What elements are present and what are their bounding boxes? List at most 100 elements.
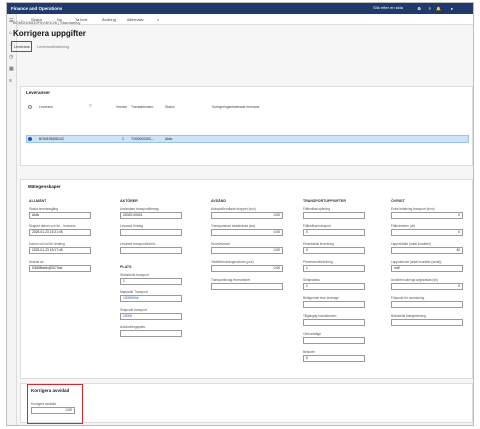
col-transaction[interactable]: Transaktionsnr. bbox=[131, 105, 154, 109]
availability-label: Tillgänglig kvantidraden bbox=[303, 314, 337, 318]
modified-field[interactable]: 2025-01-23 15:17:45 bbox=[29, 247, 91, 254]
workspace-icon[interactable]: ▦ bbox=[9, 66, 14, 72]
capacity-field[interactable]: 0 bbox=[391, 212, 463, 219]
owner-label: Ombudsläge bbox=[303, 332, 322, 336]
created-label: Skapad datum och tid... leverans bbox=[29, 224, 76, 228]
avg-field[interactable]: 0 bbox=[391, 283, 463, 290]
lane-field[interactable]: 0 bbox=[303, 229, 365, 236]
col-delivery[interactable]: Leverans bbox=[39, 105, 53, 109]
stage-field[interactable]: 1 bbox=[303, 283, 365, 290]
user-icon[interactable]: ● bbox=[451, 6, 453, 11]
fuel-time-label: Bränsletid fastighetsning bbox=[391, 314, 426, 318]
sent-notes-label: Transportbolag leverantörer bbox=[211, 278, 251, 282]
delivering-company-label: Levande företag bbox=[120, 224, 144, 228]
sent-distance-label: Transporterad totalsträcka (km) bbox=[211, 224, 256, 228]
return-field[interactable]: 0 bbox=[303, 355, 365, 362]
unit-label: Lappvarkvist (antal kvantitet (antal)) bbox=[391, 260, 442, 264]
availability-field[interactable] bbox=[303, 319, 365, 326]
start-label: Startskede transport bbox=[120, 273, 149, 277]
transport-header: TRANSPORTUPPGIFTER bbox=[303, 199, 346, 203]
actors-header: AKTÖRER bbox=[120, 199, 138, 203]
row-version: 1 bbox=[122, 137, 124, 141]
free-label: Fritpunkt för avreskning bbox=[391, 296, 425, 300]
sent-weight-field[interactable]: 0.00 bbox=[211, 212, 283, 219]
start-field[interactable]: 1 bbox=[120, 278, 182, 285]
sent-total-field[interactable]: 0.00 bbox=[211, 265, 283, 272]
range-field[interactable] bbox=[303, 212, 365, 219]
other-weight-label: Fältnärheten (vit) bbox=[391, 224, 416, 228]
avg-label: Anaförbruuknngs avgradslas (sh) bbox=[391, 278, 438, 282]
row-transaction[interactable]: TO0000030C... bbox=[131, 137, 154, 141]
filter-icon[interactable]: ▽ bbox=[89, 104, 92, 108]
shipper-label: Avsändare transportföretag bbox=[120, 207, 159, 211]
end-label: Slutpunkt transport bbox=[120, 308, 147, 312]
lane-label: Fältindikat transport bbox=[303, 224, 331, 228]
bell-icon[interactable]: 🔔 bbox=[436, 6, 441, 11]
return-label: Beslutet bbox=[303, 350, 315, 354]
amount-field[interactable]: 0 bbox=[303, 247, 365, 254]
fuel-time-field[interactable] bbox=[391, 319, 463, 326]
changed-by-label: Ändrad av bbox=[29, 260, 44, 264]
receiver-field[interactable] bbox=[120, 247, 182, 254]
select-all-checkbox[interactable] bbox=[28, 105, 32, 109]
options-button[interactable]: Alternativ bbox=[127, 17, 144, 22]
settings-icon[interactable]: ⚙ bbox=[417, 6, 421, 11]
row-checkbox[interactable] bbox=[28, 137, 32, 141]
capacity-label: Extra betalning transport (kvm) bbox=[391, 207, 435, 211]
sent-weight-label: Ankopsförvaltade skoppet (kvo) bbox=[211, 207, 256, 211]
app-title: Finance and Operations bbox=[11, 6, 63, 11]
deliveries-title: Leveranser bbox=[26, 90, 51, 95]
action-bar: ← Spara Ny Ta bort Ändring Alternativ ⌕ bbox=[17, 14, 473, 25]
home-icon[interactable]: ⌂ bbox=[9, 30, 12, 36]
deliveries-panel bbox=[20, 86, 473, 166]
shipper-field[interactable]: 02020-00001 bbox=[120, 212, 182, 219]
sent-actual-field[interactable]: 0.00 bbox=[211, 247, 283, 254]
search-icon[interactable]: ⌕ bbox=[157, 17, 159, 22]
end-field[interactable]: 10000 bbox=[120, 313, 182, 320]
product-field[interactable]: 1 bbox=[303, 265, 365, 272]
assigned-label: Mappade Transport bbox=[120, 290, 148, 294]
stage-label: Skräpstatus bbox=[303, 278, 320, 282]
place-header: PLATS bbox=[120, 265, 132, 269]
mode-label: Belägenhet leve leverage bbox=[303, 296, 339, 300]
sent-total-label: Totalförbrukningsvolume (pcs) bbox=[211, 260, 254, 264]
reporting-field[interactable] bbox=[120, 330, 182, 337]
sent-notes-field[interactable] bbox=[211, 283, 283, 290]
unit-field[interactable]: mdf bbox=[391, 265, 463, 272]
row-status: Aktiv bbox=[165, 137, 173, 141]
top-bar: Finance and Operations Sök efter en sida… bbox=[7, 3, 473, 14]
col-version[interactable]: Version bbox=[116, 105, 127, 109]
other-weight-field[interactable]: 0 bbox=[391, 229, 463, 236]
status-label: Status leveransgång bbox=[29, 207, 59, 211]
assigned-field[interactable]: 100000HA bbox=[120, 295, 182, 302]
sent-header: AVSÄND bbox=[211, 199, 226, 203]
created-field[interactable]: 2025-01-23 15:21:45 bbox=[29, 229, 91, 236]
fuel-field[interactable]: 0.00 bbox=[31, 407, 75, 414]
help-icon[interactable]: ? bbox=[429, 6, 431, 11]
edit-button[interactable]: Ändring bbox=[102, 17, 116, 22]
loaded-field[interactable]: 40 bbox=[391, 247, 463, 254]
clock-icon[interactable]: ◷ bbox=[9, 54, 13, 60]
search-box[interactable]: Sök efter en sida bbox=[373, 5, 403, 10]
mode-field[interactable] bbox=[303, 301, 365, 308]
changed-by-field[interactable]: D365Batch@DCTest bbox=[29, 265, 91, 272]
table-row[interactable] bbox=[26, 135, 469, 143]
breadcrumb[interactable]: BOM0026510F6V4KK26 | Standardvy bbox=[13, 20, 81, 25]
row-delivery[interactable]: BOM10530810C bbox=[39, 137, 64, 141]
measurements-title: Mätegenskaper bbox=[28, 184, 61, 189]
other-header: ÖVRIGT bbox=[391, 199, 405, 203]
sent-distance-field[interactable]: 0.00 bbox=[211, 229, 283, 236]
col-status[interactable]: Status bbox=[165, 105, 175, 109]
col-related-delivery[interactable]: Korrigeringsrelaterade leverans bbox=[212, 105, 259, 109]
fuel-panel bbox=[20, 383, 473, 423]
free-field[interactable] bbox=[391, 301, 463, 308]
nav-rail: ☰ ⌂ ☆ ◷ ▦ ≡ bbox=[7, 14, 17, 425]
app-window: Finance and Operations Sök efter en sida… bbox=[6, 2, 474, 426]
status-field[interactable]: Aktiv bbox=[29, 212, 91, 219]
tab-highlight bbox=[11, 41, 32, 52]
tab-delivery-distribution[interactable]: Leveransfördelning bbox=[37, 45, 69, 49]
owner-field[interactable] bbox=[303, 337, 365, 344]
list-icon[interactable]: ≡ bbox=[9, 78, 12, 84]
delivering-company-field[interactable] bbox=[120, 229, 182, 236]
range-label: Fältindikat spärring bbox=[303, 207, 330, 211]
